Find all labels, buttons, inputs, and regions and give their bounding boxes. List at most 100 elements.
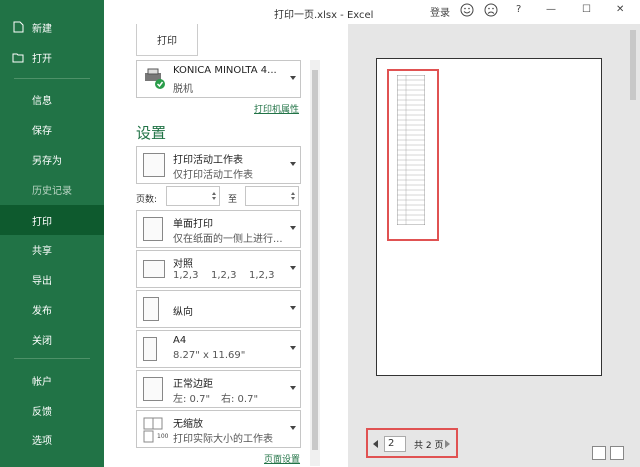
page-setup-link[interactable]: 页面设置 xyxy=(264,452,300,465)
sidebar-item-label: 帐户 xyxy=(32,376,52,388)
spin-up-icon[interactable] xyxy=(291,192,295,195)
restore-button[interactable]: ☐ xyxy=(582,4,591,15)
sidebar-item-label: 反馈 xyxy=(32,406,52,418)
margins-title: 正常边距 xyxy=(173,379,213,390)
next-page-icon[interactable] xyxy=(445,440,450,448)
sidebar-item-label: 历史记录 xyxy=(32,185,72,197)
chevron-down-icon xyxy=(290,226,296,230)
previous-page-icon[interactable] xyxy=(373,440,378,448)
sidebar-item-save-as[interactable]: 另存为 xyxy=(0,144,104,174)
print-settings-panel: 打印 KONICA MINOLTA 4... 脱机 打印机属性 设置 打印活动工… xyxy=(104,24,348,467)
frown-feedback-icon[interactable] xyxy=(484,3,498,20)
margins-icon xyxy=(143,377,163,401)
sidebar-item-info[interactable]: 信息 xyxy=(0,84,104,114)
orientation-select[interactable]: 纵向 xyxy=(136,290,301,328)
pages-from-input[interactable] xyxy=(166,186,220,206)
chevron-down-icon xyxy=(290,386,296,390)
sidebar-item-label: 发布 xyxy=(32,305,52,317)
pages-to-label: 至 xyxy=(228,195,238,205)
sidebar-item-label: 另存为 xyxy=(32,155,62,167)
paper-desc: 8.27" x 11.69" xyxy=(173,350,246,361)
sidebar-item-label: 新建 xyxy=(32,23,52,35)
spin-up-icon[interactable] xyxy=(212,192,216,195)
portrait-icon xyxy=(143,297,159,321)
sidebar-item-label: 保存 xyxy=(32,125,52,137)
preview-page xyxy=(376,58,602,376)
zoom-to-page-icon[interactable] xyxy=(610,446,624,460)
paper-size-select[interactable]: A4 8.27" x 11.69" xyxy=(136,330,301,368)
one-sided-icon xyxy=(143,217,163,241)
printer-name: KONICA MINOLTA 4... xyxy=(173,65,277,76)
sidebar-item-feedback[interactable]: 反馈 xyxy=(0,395,104,425)
sidebar-item-open[interactable]: 打开 xyxy=(0,42,104,72)
close-button[interactable]: ✕ xyxy=(616,4,624,15)
settings-scrollbar[interactable] xyxy=(310,60,320,466)
scrollbar-thumb[interactable] xyxy=(312,70,318,450)
scrollbar-thumb[interactable] xyxy=(630,30,636,100)
sidebar-item-share[interactable]: 共享 xyxy=(0,234,104,264)
sides-desc: 仅在纸面的一侧上进行... xyxy=(173,234,283,245)
sidebar-item-label: 打开 xyxy=(32,53,52,65)
printer-properties-link[interactable]: 打印机属性 xyxy=(254,102,299,115)
sidebar-divider xyxy=(14,78,90,79)
total-pages: 共 2 页 xyxy=(414,441,444,451)
chevron-down-icon xyxy=(290,266,296,270)
settings-heading: 设置 xyxy=(136,124,167,142)
preview-scrollbar[interactable] xyxy=(628,24,638,467)
collate-set: 1,2,3 xyxy=(211,270,237,281)
highlight-box xyxy=(387,69,439,241)
sidebar-item-history[interactable]: 历史记录 xyxy=(0,174,104,204)
collate-icon xyxy=(143,260,165,278)
sides-select[interactable]: 单面打印 仅在纸面的一侧上进行... xyxy=(136,210,301,248)
sidebar-item-label: 打印 xyxy=(32,216,52,228)
printer-select[interactable]: KONICA MINOLTA 4... 脱机 xyxy=(136,60,301,98)
help-button[interactable]: ? xyxy=(516,4,521,15)
scaling-select[interactable]: 100 无缩放 打印实际大小的工作表 xyxy=(136,410,301,448)
scope-title: 打印活动工作表 xyxy=(173,155,243,166)
sidebar-item-print[interactable]: 打印 xyxy=(0,205,104,235)
sidebar-item-label: 共享 xyxy=(32,245,52,257)
sidebar-item-publish[interactable]: 发布 xyxy=(0,294,104,324)
sidebar-item-label: 选项 xyxy=(32,435,52,447)
printer-status: 脱机 xyxy=(173,84,193,95)
sidebar-item-new[interactable]: 新建 xyxy=(0,12,104,42)
print-scope-select[interactable]: 打印活动工作表 仅打印活动工作表 xyxy=(136,146,301,184)
collate-select[interactable]: 对照 1,2,3 1,2,3 1,2,3 xyxy=(136,250,301,288)
spin-down-icon[interactable] xyxy=(291,197,295,200)
sidebar-item-label: 关闭 xyxy=(32,335,52,347)
print-preview-area: 2 共 2 页 xyxy=(348,24,640,467)
paper-title: A4 xyxy=(173,335,187,346)
backstage-sidebar: 新建 打开 信息 保存 另存为 历史记录 打印 共享 导出 发布 关闭 帐户 反… xyxy=(0,0,104,467)
minimize-button[interactable]: — xyxy=(546,4,556,15)
margins-select[interactable]: 正常边距 左: 0.7" 右: 0.7" xyxy=(136,370,301,408)
sidebar-item-account[interactable]: 帐户 xyxy=(0,365,104,395)
collate-set: 1,2,3 xyxy=(173,270,199,281)
margin-left: 左: 0.7" xyxy=(173,394,211,405)
scaling-desc: 打印实际大小的工作表 xyxy=(173,434,273,445)
pages-label: 页数: xyxy=(136,195,158,205)
chevron-down-icon xyxy=(290,426,296,430)
spin-down-icon[interactable] xyxy=(212,197,216,200)
collate-title: 对照 xyxy=(173,259,193,270)
page-navigator: 2 共 2 页 xyxy=(366,428,458,458)
sidebar-item-close[interactable]: 关闭 xyxy=(0,324,104,354)
orientation-title: 纵向 xyxy=(173,307,193,318)
sidebar-item-export[interactable]: 导出 xyxy=(0,264,104,294)
print-button[interactable]: 打印 xyxy=(136,24,198,56)
smile-feedback-icon[interactable] xyxy=(460,3,474,20)
sidebar-item-label: 导出 xyxy=(32,275,52,287)
paper-icon xyxy=(143,337,157,361)
sidebar-item-options[interactable]: 选项 xyxy=(0,424,104,454)
show-margins-icon[interactable] xyxy=(592,446,606,460)
sidebar-item-save[interactable]: 保存 xyxy=(0,114,104,144)
chevron-down-icon xyxy=(290,76,296,80)
pages-to-input[interactable] xyxy=(245,186,299,206)
chevron-down-icon xyxy=(290,346,296,350)
new-file-icon xyxy=(12,21,24,33)
current-page-input[interactable]: 2 xyxy=(384,436,406,452)
collate-set: 1,2,3 xyxy=(249,270,275,281)
chevron-down-icon xyxy=(290,162,296,166)
scope-desc: 仅打印活动工作表 xyxy=(173,170,253,181)
sidebar-item-label: 信息 xyxy=(32,95,52,107)
signin-link[interactable]: 登录 xyxy=(430,4,450,19)
